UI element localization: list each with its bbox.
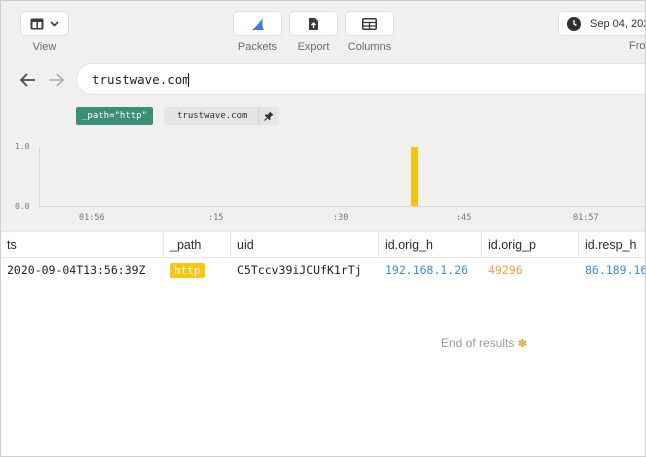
x-tick-label: 01:57 [573,213,599,223]
columns-button[interactable] [346,12,393,35]
column-header-path[interactable]: _path [164,232,231,258]
chevron-down-icon [50,20,59,27]
back-arrow-icon[interactable] [18,70,38,90]
end-of-results: End of results ✽ [441,336,527,350]
date-text: Sep 04, 2020 [590,17,645,30]
search-input[interactable] [77,64,645,94]
columns-tool: Columns [346,12,393,53]
pin-icon[interactable] [258,107,279,125]
search-area: _path="http" trustwave.com 1.0 0.0 01:56… [1,61,645,231]
cell-orig-p: 49296 [488,263,523,277]
cell-ts: 2020-09-04T13:56:39Z [7,263,146,277]
export-button[interactable] [290,12,337,35]
table-header: ts _path uid id.orig_h id.orig_p id.resp… [1,231,645,258]
x-tick-label: :30 [333,213,349,223]
layout-icon [30,18,44,29]
column-header-resp-h[interactable]: id.resp_h [579,232,645,258]
x-tick-label: :15 [208,213,224,223]
clock-icon [567,16,581,31]
cell-resp-h: 86.189.16 [585,263,646,277]
x-axis [39,206,645,207]
packets-button[interactable] [234,12,281,35]
y-tick-label: 0.0 [15,202,30,211]
search-term-text: trustwave.com [177,111,248,121]
date-picker[interactable]: Sep 04, 2020 [559,12,645,35]
export-icon [309,17,318,30]
forward-arrow-icon[interactable] [46,70,66,90]
app-window: View Packets Export Columns Sep 04, 20 F… [0,0,646,457]
table-row[interactable]: 2020-09-04T13:56:39Z http C5Tccv39iJCUfK… [1,258,646,283]
columns-label: Columns [347,41,392,53]
column-header-orig-p[interactable]: id.orig_p [482,232,579,258]
packets-tool: Packets [234,12,281,53]
x-tick-label: 01:56 [79,213,105,223]
shark-fin-icon [251,17,264,30]
export-label: Export [297,41,330,53]
cell-path: http [170,258,231,283]
text-cursor [188,73,189,87]
toolbar: View Packets Export Columns Sep 04, 20 F… [1,1,646,61]
from-label: From [629,40,646,52]
y-axis [39,147,40,207]
column-header-orig-h[interactable]: id.orig_h [379,232,482,258]
export-tool: Export [290,12,337,53]
table-icon [362,17,377,30]
packets-label: Packets [237,41,278,53]
end-of-results-text: End of results [441,336,515,350]
path-badge: http [170,263,205,278]
x-tick-label: :45 [456,213,472,223]
column-header-uid[interactable]: uid [231,232,379,258]
column-header-ts[interactable]: ts [1,232,164,258]
view-button[interactable] [21,12,68,35]
cell-uid: C5Tccv39iJCUfK1rTj [237,263,362,277]
party-popper-icon: ✽ [517,337,527,350]
search-term-pill[interactable]: trustwave.com [164,107,280,125]
y-tick-label: 1.0 [15,142,30,151]
view-label: View [32,41,57,53]
view-tool: View [21,12,68,53]
cell-orig-h: 192.168.1.26 [385,263,469,277]
path-filter-pill[interactable]: _path="http" [76,107,154,125]
histogram-bar[interactable] [411,147,419,206]
